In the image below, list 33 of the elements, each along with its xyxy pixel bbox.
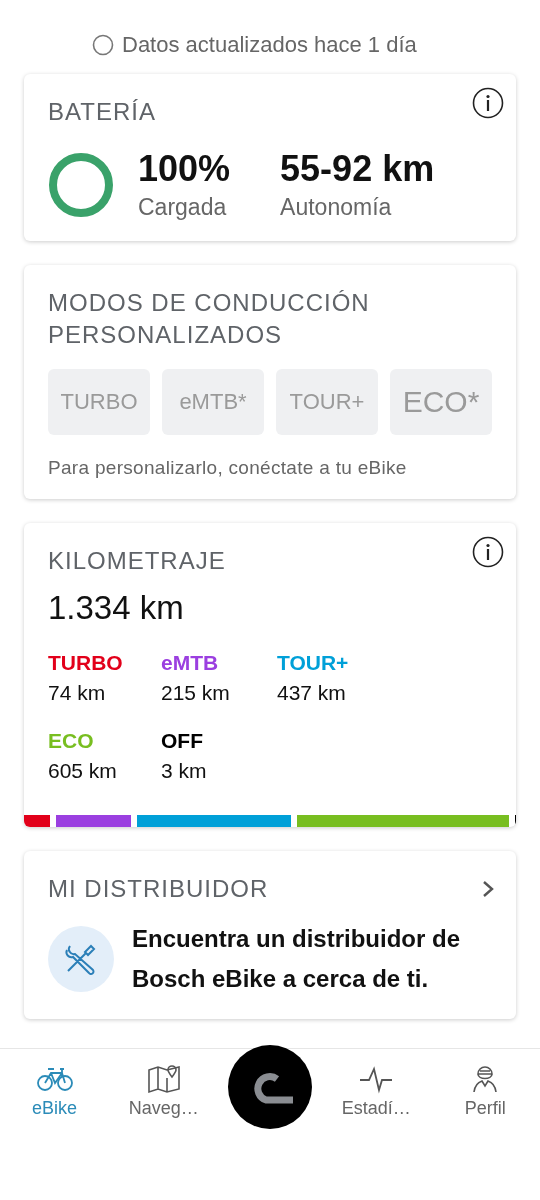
hint-text: Para personalizarlo, conéctate a tu eBike (48, 457, 408, 479)
info-icon[interactable] (472, 536, 504, 568)
charge-label: Cargada (138, 194, 228, 221)
distance-segment (24, 815, 50, 827)
card-title: KILOMETRAJE (48, 546, 227, 576)
nav-tab[interactable]: Perfil (440, 1063, 531, 1119)
mode-distance: 3 km (161, 759, 208, 783)
sync-status: Datos actualizados hace 1 día (122, 32, 417, 58)
nav-tab[interactable]: Naveg… (118, 1063, 209, 1119)
mode-distance: 605 km (48, 759, 118, 783)
total-distance: 1.334 km (48, 589, 185, 627)
mode-name: OFF (161, 729, 204, 753)
mode-distance: 215 km (161, 681, 231, 705)
card-title: MI DISTRIBUIDOR (48, 874, 269, 904)
mode-distance: 74 km (48, 681, 107, 705)
dealer-card[interactable]: MI DISTRIBUIDOR Encuentra un distribuidor de Bosch eBike a cerca de ti. (24, 851, 516, 1019)
card-title: BATERÍA (48, 97, 157, 127)
battery-ring (48, 151, 114, 218)
charge-value: 100% (138, 148, 231, 190)
range-value: 55-92 km (280, 148, 435, 190)
dealer-text: Encuentra un distribuidor de Bosch eBike a cerca de ti. (132, 924, 462, 994)
nav-tab[interactable]: eBike (9, 1063, 100, 1119)
info-icon[interactable] (472, 87, 504, 119)
tools-icon (48, 926, 114, 992)
nav-tab[interactable]: Estadí… (331, 1063, 422, 1119)
mode-name: TURBO (48, 651, 124, 675)
mode-name: TOUR+ (277, 651, 350, 675)
mode-name: eMTB (161, 651, 220, 675)
mode-distance: 437 km (277, 681, 347, 705)
mode-name: ECO (48, 729, 95, 753)
card-title: MODOS DE CONDUCCIÓN PERSONALIZADOS (48, 288, 371, 350)
sync-icon (92, 34, 114, 56)
range-label: Autonomía (280, 194, 393, 221)
